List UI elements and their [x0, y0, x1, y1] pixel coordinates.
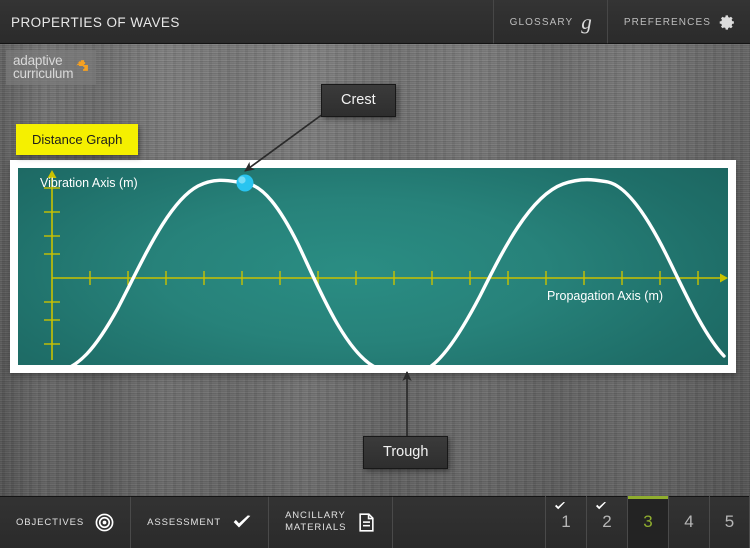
wave-chart	[44, 170, 728, 365]
trough-callout-label[interactable]: Trough	[363, 436, 449, 469]
page-completed-check-icon	[555, 502, 565, 510]
target-icon	[95, 513, 114, 532]
page-button-3[interactable]: 3	[627, 496, 668, 548]
page-title: PROPERTIES OF WAVES	[11, 14, 180, 30]
page-button-2[interactable]: 2	[586, 496, 627, 548]
g-letter-icon: g	[581, 9, 593, 34]
page-number: 4	[684, 512, 694, 531]
document-icon	[357, 512, 376, 532]
page-number: 3	[643, 512, 653, 531]
page-number: 1	[561, 512, 571, 531]
crest-callout-label[interactable]: Crest	[321, 84, 396, 117]
graph-frame: Vibration Axis (m) Propagation Axis (m)	[10, 160, 736, 373]
ancillary-line-2: MATERIALS	[285, 522, 347, 533]
logo-line-2: curriculum	[13, 66, 74, 81]
bottom-navigation-bar: OBJECTIVES ASSESSMENT ANCILLARY MATERIAL…	[0, 496, 750, 548]
objectives-button[interactable]: OBJECTIVES	[0, 496, 132, 548]
assessment-button[interactable]: ASSESSMENT	[131, 496, 270, 548]
x-axis-arrowhead	[720, 273, 728, 283]
footer-spacer	[393, 496, 545, 548]
ancillary-materials-button[interactable]: ANCILLARY MATERIALS	[269, 496, 394, 548]
distance-graph-tab[interactable]: Distance Graph	[16, 124, 139, 155]
header-spacer	[180, 0, 493, 44]
page-button-1[interactable]: 1	[545, 496, 586, 548]
page-number: 5	[724, 512, 735, 531]
glossary-label: GLOSSARY	[509, 16, 574, 28]
assessment-label: ASSESSMENT	[147, 516, 222, 528]
check-icon	[232, 514, 252, 530]
crest-marker-highlight	[238, 176, 246, 184]
top-header-bar: PROPERTIES OF WAVES GLOSSARY g PREFERENC…	[0, 0, 750, 44]
preferences-label: PREFERENCES	[623, 16, 711, 28]
ancillary-label: ANCILLARY MATERIALS	[285, 510, 346, 534]
page-navigation: 1 2 3 4 5	[545, 496, 750, 548]
page-number: 2	[602, 512, 612, 531]
ancillary-line-1: ANCILLARY	[285, 510, 346, 521]
y-axis-arrowhead	[47, 170, 57, 178]
adaptive-curriculum-logo: adaptive curriculum	[6, 50, 97, 85]
page-button-5[interactable]: 5	[709, 496, 750, 548]
graph-panel[interactable]: Vibration Axis (m) Propagation Axis (m)	[18, 168, 728, 365]
gear-icon	[719, 14, 736, 31]
glossary-button[interactable]: GLOSSARY g	[492, 0, 607, 44]
objectives-label: OBJECTIVES	[16, 516, 85, 528]
page-button-4[interactable]: 4	[668, 496, 709, 548]
page-completed-check-icon	[596, 502, 606, 510]
puzzle-piece-icon	[76, 58, 89, 77]
preferences-button[interactable]: PREFERENCES	[606, 0, 750, 44]
crest-marker-dot[interactable]	[236, 174, 254, 192]
logo-text: adaptive curriculum	[13, 54, 74, 81]
